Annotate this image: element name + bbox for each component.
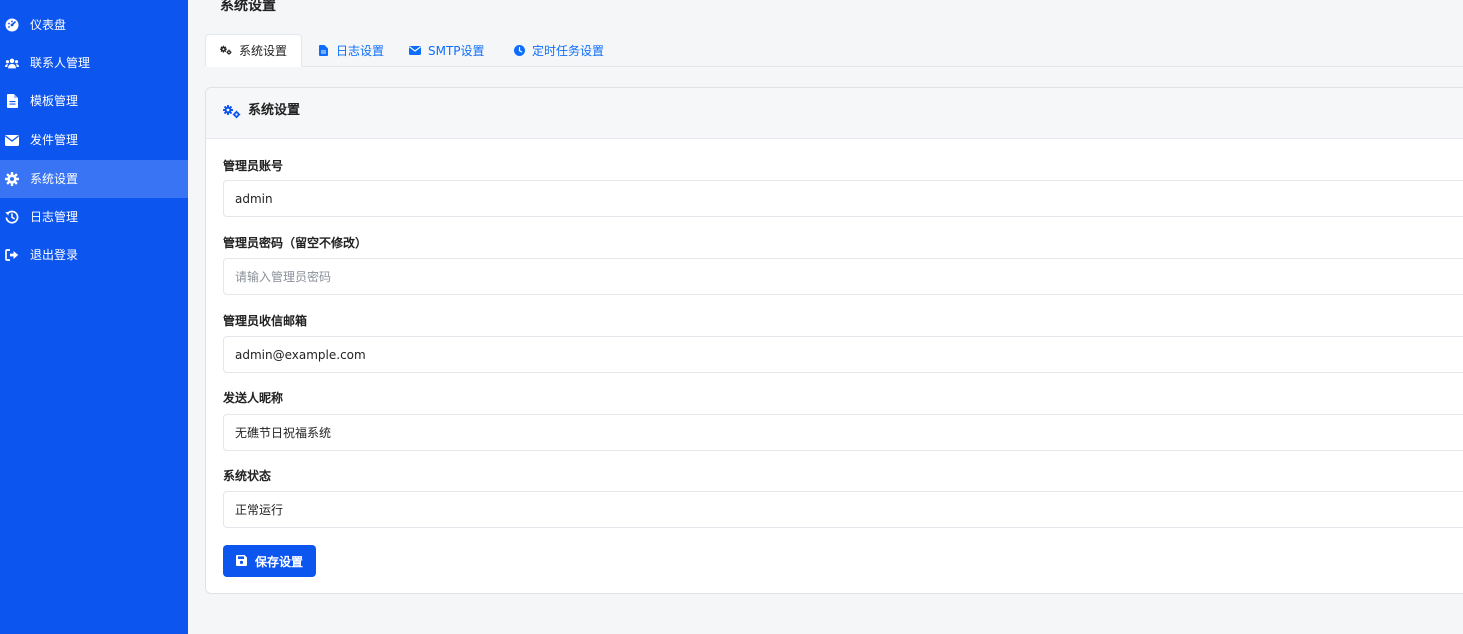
- sidebar-item-label: 日志管理: [30, 210, 79, 224]
- admin-email-label: 管理员收信邮箱: [223, 314, 308, 328]
- sender-name-label: 发送人昵称: [223, 391, 284, 405]
- sidebar-item-label: 模板管理: [30, 94, 79, 108]
- system-status-input[interactable]: [223, 491, 1463, 528]
- tab-label: 日志设置: [336, 44, 385, 58]
- sidebar-item-label: 发件管理: [30, 133, 79, 147]
- tab-scheduled-task-settings[interactable]: 定时任务设置: [513, 34, 604, 67]
- history-icon: [5, 210, 19, 224]
- admin-password-label: 管理员密码（留空不修改）: [223, 236, 368, 250]
- tab-label: 系统设置: [239, 44, 288, 58]
- card-header: 系统设置: [206, 88, 1463, 139]
- sidebar-item-dashboard[interactable]: 仪表盘: [0, 6, 188, 44]
- envelope-icon: [5, 133, 19, 147]
- save-button-label: 保存设置: [254, 554, 303, 569]
- admin-account-input[interactable]: [223, 180, 1463, 217]
- admin-account-label: 管理员账号: [223, 159, 284, 173]
- sidebar-item-label: 系统设置: [30, 172, 79, 186]
- admin-password-input[interactable]: [223, 258, 1463, 295]
- sidebar-item-logs[interactable]: 日志管理: [0, 198, 188, 236]
- sidebar-item-settings[interactable]: 系统设置: [0, 160, 188, 198]
- tab-smtp-settings[interactable]: SMTP设置: [409, 34, 485, 67]
- sidebar: 仪表盘 联系人管理 模板管理 发件管理 系统设置 日志管理 退出登录: [0, 0, 188, 634]
- settings-tabs: 系统设置 日志设置 SMTP设置 定时任务设置: [205, 34, 1463, 67]
- gears-icon: [223, 104, 241, 119]
- save-settings-button[interactable]: 保存设置: [223, 545, 316, 577]
- save-icon: [235, 555, 248, 567]
- settings-card: 系统设置 管理员账号 管理员密码（留空不修改） 管理员收信邮箱 发送人昵称 系统…: [205, 87, 1463, 594]
- sidebar-item-contacts[interactable]: 联系人管理: [0, 44, 188, 82]
- system-status-label: 系统状态: [223, 469, 272, 483]
- page-title: 系统设置: [220, 0, 276, 14]
- users-icon: [5, 56, 19, 70]
- envelope-icon: [409, 45, 421, 57]
- tab-system-settings[interactable]: 系统设置: [205, 34, 303, 67]
- tab-label: 定时任务设置: [532, 44, 605, 58]
- tab-label: SMTP设置: [428, 44, 485, 58]
- gear-icon: [5, 172, 19, 186]
- card-title: 系统设置: [248, 103, 301, 118]
- file-icon: [317, 45, 329, 57]
- file-icon: [5, 94, 19, 108]
- sender-name-input[interactable]: [223, 414, 1463, 451]
- sidebar-item-label: 退出登录: [30, 248, 79, 262]
- sidebar-item-templates[interactable]: 模板管理: [0, 82, 188, 120]
- tab-log-settings[interactable]: 日志设置: [317, 34, 384, 67]
- clock-icon: [513, 45, 525, 57]
- sidebar-item-label: 联系人管理: [30, 56, 91, 70]
- sidebar-item-logout[interactable]: 退出登录: [0, 236, 188, 274]
- gears-icon: [220, 45, 232, 57]
- admin-email-input[interactable]: [223, 336, 1463, 373]
- sidebar-item-sending[interactable]: 发件管理: [0, 121, 188, 159]
- sign-out-icon: [5, 248, 19, 262]
- sidebar-item-label: 仪表盘: [30, 18, 67, 32]
- dashboard-gauge-icon: [5, 18, 19, 32]
